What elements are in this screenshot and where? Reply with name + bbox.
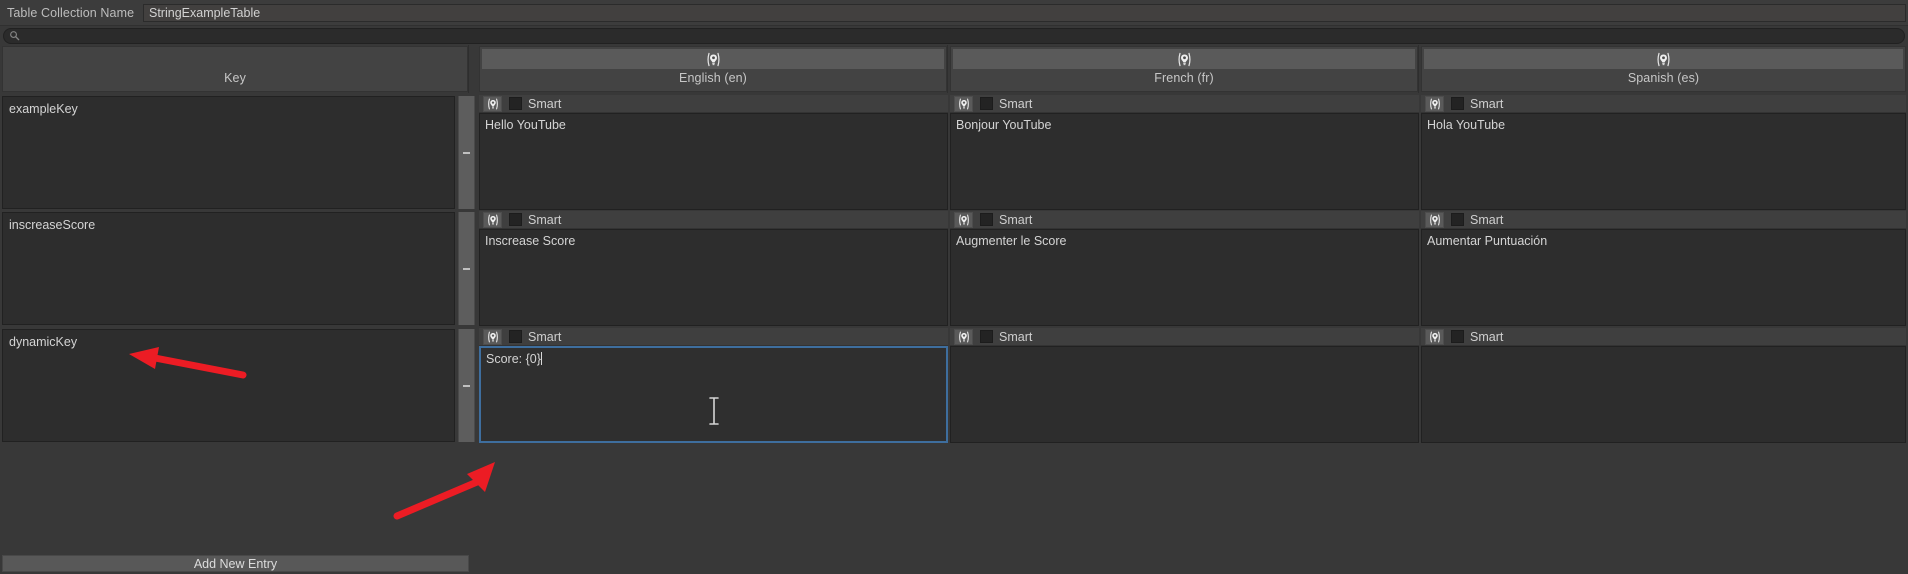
- locale-smart-icon[interactable]: [483, 328, 502, 345]
- locale-value-field[interactable]: Aumentar Puntuación: [1421, 229, 1906, 326]
- smart-toggle-bar: Smart: [479, 328, 948, 346]
- locale-cell-fr: Smart Bonjour YouTube: [950, 95, 1419, 210]
- smart-toggle-bar: Smart: [1421, 95, 1906, 113]
- text-caret: [540, 352, 542, 365]
- smart-label: Smart: [528, 212, 562, 227]
- smart-label: Smart: [999, 329, 1033, 344]
- table-collection-name-field[interactable]: StringExampleTable: [143, 3, 1906, 22]
- smart-checkbox[interactable]: [1451, 97, 1464, 110]
- locale-value-text: Score: {0}: [486, 352, 541, 366]
- smart-checkbox[interactable]: [980, 330, 993, 343]
- key-cell-value: inscreaseScore: [9, 218, 96, 232]
- row-drag-handle[interactable]: [458, 96, 475, 209]
- key-cell-value: dynamicKey: [9, 335, 78, 349]
- smart-label: Smart: [999, 212, 1033, 227]
- key-cell-value: exampleKey: [9, 102, 78, 116]
- locale-smart-icon[interactable]: [1424, 49, 1903, 69]
- search-icon: [9, 30, 20, 41]
- localization-table: Key English (en) French (fr) Spanish (es…: [0, 45, 1908, 574]
- column-header-fr[interactable]: French (fr): [950, 45, 1419, 93]
- locale-value-text: Augmenter le Score: [956, 234, 1067, 248]
- row-drag-handle[interactable]: [458, 212, 475, 325]
- locale-value-field[interactable]: Hola YouTube: [1421, 113, 1906, 210]
- smart-toggle-bar: Smart: [950, 328, 1419, 346]
- key-cell[interactable]: dynamicKey: [2, 329, 455, 442]
- locale-cell-en: Smart Hello YouTube: [479, 95, 948, 210]
- locale-cell-en: Smart Score: {0}: [479, 328, 948, 443]
- locale-value-field-focused[interactable]: Score: {0}: [479, 346, 948, 443]
- search-input[interactable]: [3, 27, 1905, 44]
- locale-value-field[interactable]: [1421, 346, 1906, 443]
- locale-value-field[interactable]: [950, 346, 1419, 443]
- column-header-key-label: Key: [224, 71, 246, 85]
- column-header-fr-label: French (fr): [1154, 71, 1214, 85]
- locale-smart-icon[interactable]: [483, 211, 502, 228]
- locale-value-text: Hola YouTube: [1427, 118, 1506, 132]
- locale-cell-fr: Smart: [950, 328, 1419, 443]
- smart-label: Smart: [528, 329, 562, 344]
- add-new-entry-label: Add New Entry: [193, 556, 278, 571]
- smart-toggle-bar: Smart: [950, 95, 1419, 113]
- smart-checkbox[interactable]: [1451, 213, 1464, 226]
- locale-smart-icon[interactable]: [482, 49, 944, 69]
- locale-cell-es: Smart: [1421, 328, 1906, 443]
- smart-toggle-bar: Smart: [479, 95, 948, 113]
- smart-checkbox[interactable]: [980, 97, 993, 110]
- search-row: [0, 26, 1908, 45]
- table-collection-name-label: Table Collection Name: [7, 5, 135, 20]
- locale-value-text: Aumentar Puntuación: [1427, 234, 1548, 248]
- table-collection-name-value: StringExampleTable: [149, 5, 261, 20]
- column-header-es-label: Spanish (es): [1627, 71, 1700, 85]
- locale-smart-icon[interactable]: [954, 211, 973, 228]
- locale-cell-es: Smart Hola YouTube: [1421, 95, 1906, 210]
- row-drag-handle[interactable]: [458, 329, 475, 442]
- table-header-row: Key English (en) French (fr) Spanish (es…: [0, 45, 1908, 93]
- locale-smart-icon[interactable]: [1425, 95, 1444, 112]
- smart-label: Smart: [999, 96, 1033, 111]
- column-header-es[interactable]: Spanish (es): [1421, 45, 1906, 93]
- smart-checkbox[interactable]: [509, 97, 522, 110]
- locale-value-text: Bonjour YouTube: [956, 118, 1052, 132]
- smart-label: Smart: [1470, 329, 1504, 344]
- locale-value-field[interactable]: Augmenter le Score: [950, 229, 1419, 326]
- locale-cell-en: Smart Inscrease Score: [479, 211, 948, 326]
- locale-smart-icon[interactable]: [1425, 211, 1444, 228]
- locale-cell-es: Smart Aumentar Puntuación: [1421, 211, 1906, 326]
- column-header-key[interactable]: Key: [2, 45, 469, 93]
- smart-label: Smart: [1470, 212, 1504, 227]
- locale-value-text: Inscrease Score: [485, 234, 576, 248]
- locale-smart-icon[interactable]: [954, 328, 973, 345]
- locale-value-field[interactable]: Inscrease Score: [479, 229, 948, 326]
- smart-label: Smart: [528, 96, 562, 111]
- smart-toggle-bar: Smart: [1421, 211, 1906, 229]
- smart-checkbox[interactable]: [980, 213, 993, 226]
- locale-cell-fr: Smart Augmenter le Score: [950, 211, 1419, 326]
- locale-value-text: Hello YouTube: [485, 118, 566, 132]
- column-header-en[interactable]: English (en): [479, 45, 948, 93]
- table-collection-toolbar: Table Collection Name StringExampleTable: [0, 0, 1908, 26]
- smart-checkbox[interactable]: [1451, 330, 1464, 343]
- smart-checkbox[interactable]: [509, 330, 522, 343]
- key-cell[interactable]: exampleKey: [2, 96, 455, 209]
- locale-value-field[interactable]: Bonjour YouTube: [950, 113, 1419, 210]
- locale-smart-icon[interactable]: [953, 49, 1415, 69]
- locale-value-field[interactable]: Hello YouTube: [479, 113, 948, 210]
- smart-checkbox[interactable]: [509, 213, 522, 226]
- add-new-entry-button[interactable]: Add New Entry: [2, 555, 469, 572]
- column-header-en-label: English (en): [679, 71, 747, 85]
- locale-smart-icon[interactable]: [1425, 328, 1444, 345]
- smart-label: Smart: [1470, 96, 1504, 111]
- smart-toggle-bar: Smart: [1421, 328, 1906, 346]
- locale-smart-icon[interactable]: [483, 95, 502, 112]
- locale-smart-icon[interactable]: [954, 95, 973, 112]
- smart-toggle-bar: Smart: [479, 211, 948, 229]
- key-cell[interactable]: inscreaseScore: [2, 212, 455, 325]
- smart-toggle-bar: Smart: [950, 211, 1419, 229]
